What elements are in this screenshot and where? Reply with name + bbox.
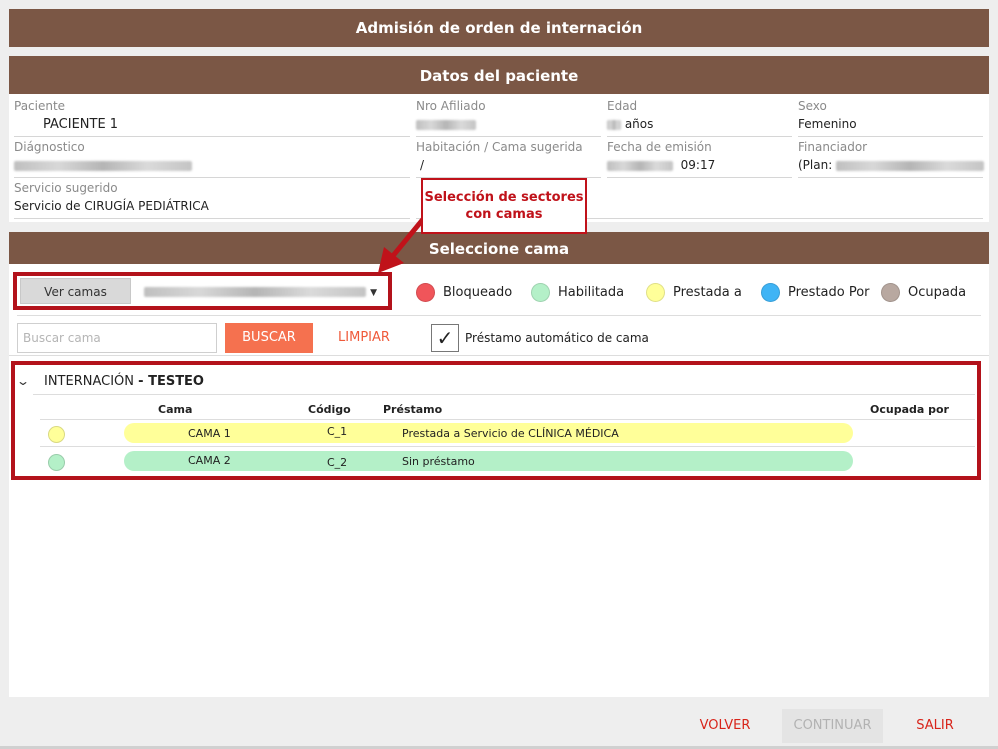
legend-ocupada: Ocupada xyxy=(881,282,966,302)
limpiar-button[interactable]: LIMPIAR xyxy=(330,323,398,353)
financiador-plan-prefix: (Plan: xyxy=(798,158,833,172)
legend-label: Habilitada xyxy=(558,284,625,300)
diagnostico-value xyxy=(14,158,192,172)
search-input[interactable] xyxy=(17,323,217,353)
fecha-emision-time: 09:17 xyxy=(680,158,716,172)
financiador-label: Financiador xyxy=(798,140,868,154)
edad-label: Edad xyxy=(607,99,638,113)
annotation-callout: Selección de sectores con camas xyxy=(421,178,587,234)
salir-button[interactable]: SALIR xyxy=(906,709,964,743)
edad-value: años xyxy=(607,117,653,131)
nro-afiliado-field: Nro Afiliado xyxy=(416,99,601,137)
edad-field: Edad años xyxy=(607,99,792,137)
legend-label: Ocupada xyxy=(908,284,967,300)
legend-label: Prestado Por xyxy=(788,284,870,300)
legend-prestada-a: Prestada a xyxy=(646,282,742,302)
page-title: Admisión de orden de internación xyxy=(9,9,989,47)
nro-afiliado-value xyxy=(416,117,476,131)
prestada-a-dot-icon xyxy=(646,282,665,302)
bloqueado-dot-icon xyxy=(416,282,435,302)
diagnostico-field: Diágnostico xyxy=(14,140,410,178)
legend-label: Prestada a xyxy=(673,284,742,300)
servicio-value: Servicio de CIRUGÍA PEDIÁTRICA xyxy=(14,199,209,213)
patient-section-title: Datos del paciente xyxy=(9,56,989,94)
auto-loan-label: Préstamo automático de cama xyxy=(465,331,649,345)
habitacion-field: Habitación / Cama sugerida / xyxy=(416,140,601,178)
habilitada-dot-icon xyxy=(531,282,550,302)
continuar-button[interactable]: CONTINUAR xyxy=(782,709,883,743)
legend-label: Bloqueado xyxy=(443,284,513,300)
servicio-field: Servicio sugerido Servicio de CIRUGÍA PE… xyxy=(14,181,410,219)
legend-bloqueado: Bloqueado xyxy=(416,282,512,302)
fecha-emision-field: Fecha de emisión 09:17 xyxy=(607,140,792,178)
habitacion-value: / xyxy=(420,158,425,172)
edad-unit: años xyxy=(624,117,654,131)
checkmark-icon: ✓ xyxy=(436,326,454,350)
sexo-label: Sexo xyxy=(798,99,827,113)
divider xyxy=(9,355,989,356)
buscar-button[interactable]: BUSCAR xyxy=(225,323,313,353)
financiador-field: Financiador (Plan: xyxy=(798,140,985,178)
legend-habilitada: Habilitada xyxy=(531,282,624,302)
prestado-por-dot-icon xyxy=(761,282,780,302)
fecha-emision-value: 09:17 xyxy=(607,158,715,172)
legend-prestado-por: Prestado Por xyxy=(761,282,870,302)
servicio-label: Servicio sugerido xyxy=(14,181,118,195)
select-bed-section-title: Seleccione cama xyxy=(9,232,989,264)
fecha-emision-label: Fecha de emisión xyxy=(607,140,712,154)
sexo-field: Sexo Femenino xyxy=(798,99,983,137)
sexo-value: Femenino xyxy=(798,117,857,131)
divider xyxy=(17,315,981,316)
paciente-field: Paciente PACIENTE 1 xyxy=(14,99,410,137)
financiador-value: (Plan: xyxy=(798,158,985,172)
paciente-value: PACIENTE 1 xyxy=(43,117,119,132)
annotation-sector-box xyxy=(13,272,392,310)
paciente-label: Paciente xyxy=(14,99,66,113)
habitacion-label: Habitación / Cama sugerida xyxy=(416,140,583,154)
diagnostico-label: Diágnostico xyxy=(14,140,85,154)
ocupada-dot-icon xyxy=(881,282,900,302)
volver-button[interactable]: VOLVER xyxy=(690,709,760,743)
auto-loan-checkbox[interactable]: ✓ xyxy=(431,324,459,352)
annotation-table-box xyxy=(11,361,981,480)
nro-afiliado-label: Nro Afiliado xyxy=(416,99,486,113)
